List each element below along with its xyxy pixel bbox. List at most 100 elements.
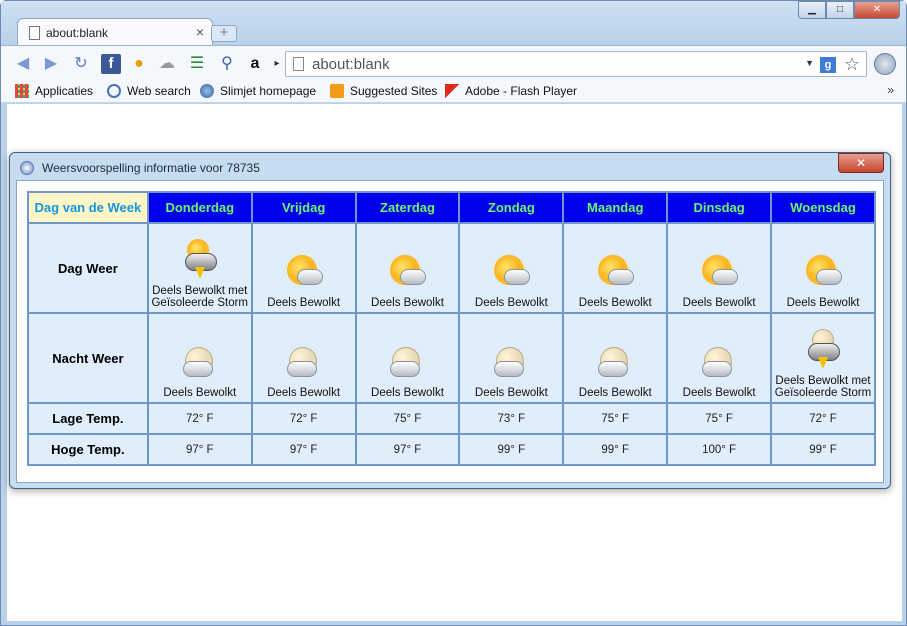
partly-cloudy-moon-icon [490, 341, 532, 383]
suggested-sites-icon [330, 84, 344, 98]
window-controls: ▁ □ ✕ [798, 1, 900, 21]
bookmark-slimjet-homepage[interactable]: Slimjet homepage [200, 84, 316, 98]
condition-text: Deels Bewolkt [578, 297, 652, 309]
low-temp-cell: 72° F [250, 402, 357, 435]
condition-text: Deels Bewolkt [578, 387, 652, 399]
storm-icon [179, 233, 223, 281]
day-header: Vrijdag [250, 191, 357, 224]
partly-cloudy-moon-icon [594, 341, 636, 383]
forecast-table: Dag van de Week Donderdag Vrijdag Zaterd… [27, 191, 876, 466]
table-cell: Deels Bewolkt [250, 312, 357, 404]
low-temp-cell: 75° F [562, 402, 669, 435]
day-header: Zondag [458, 191, 565, 224]
app-icon [20, 161, 34, 175]
dialog-close-button[interactable]: ✕ [838, 153, 884, 173]
partly-cloudy-sun-icon [384, 249, 428, 293]
amazon-icon[interactable]: a [245, 54, 265, 74]
low-temp-cell: 75° F [666, 402, 773, 435]
bookmarks-bar: Applicaties Web search Slimjet homepage … [1, 81, 906, 103]
bookmark-label: Slimjet homepage [220, 84, 317, 98]
bookmark-label: Applicaties [35, 84, 94, 98]
day-header: Donderdag [146, 191, 253, 224]
high-temp-row: Hoge Temp. 97° F 97° F 97° F 99° F 99° F… [27, 433, 876, 466]
high-temp-cell: 99° F [562, 433, 669, 466]
table-cell: Deels Bewolkt [354, 222, 461, 314]
condition-text: Deels Bewolkt met Geïsoleerde Storm [774, 375, 872, 399]
forward-icon[interactable]: ▶ [41, 54, 61, 74]
bookmark-adobe-flash-player[interactable]: Adobe - Flash Player [445, 84, 577, 98]
close-button[interactable]: ✕ [854, 1, 900, 19]
table-cell: Deels Bewolkt [562, 312, 669, 404]
bookmark-star-icon[interactable]: ☆ [844, 54, 860, 75]
globe-icon [200, 84, 214, 98]
condition-text: Deels Bewolkt [682, 297, 756, 309]
condition-text: Deels Bewolkt [163, 387, 237, 399]
page-icon [293, 57, 304, 71]
more-extensions-icon[interactable]: ▸ [267, 54, 287, 74]
bookmark-label: Adobe - Flash Player [465, 84, 578, 98]
translate-icon[interactable]: ☰ [187, 54, 207, 74]
tab-about-blank[interactable]: about:blank × [17, 18, 213, 46]
row-label: Dag Weer [27, 222, 149, 314]
low-temp-row: Lage Temp. 72° F 72° F 75° F 73° F 75° F… [27, 402, 876, 435]
bookmark-label: Web search [127, 84, 191, 98]
reload-icon[interactable]: ↻ [71, 54, 91, 74]
settings-menu-icon[interactable] [874, 53, 896, 75]
partly-cloudy-sun-icon [280, 249, 325, 293]
table-cell: Deels Bewolkt [146, 312, 253, 404]
bookmark-applicaties[interactable]: Applicaties [15, 84, 93, 98]
new-tab-button[interactable]: + [211, 25, 237, 42]
high-temp-cell: 99° F [458, 433, 565, 466]
bookmark-label: Suggested Sites [350, 84, 438, 98]
partly-cloudy-moon-icon [698, 341, 740, 383]
partly-cloudy-moon-icon [386, 341, 428, 383]
facebook-icon[interactable]: f [101, 54, 121, 74]
url-text[interactable]: about:blank [312, 56, 390, 73]
bookmark-suggested-sites[interactable]: Suggested Sites [330, 84, 437, 98]
bookmarks-more-button[interactable]: » [887, 83, 894, 97]
partly-cloudy-sun-icon [488, 249, 532, 293]
table-cell: Deels Bewolkt [666, 222, 773, 314]
high-temp-cell: 99° F [770, 433, 876, 466]
partly-cloudy-moon-icon [283, 341, 325, 383]
day-header: Woensdag [770, 191, 876, 224]
adobe-icon [445, 84, 459, 98]
tab-close-icon[interactable]: × [196, 24, 204, 40]
condition-text: Deels Bewolkt [267, 297, 341, 309]
day-weather-row: Dag Weer Deels Bewolkt met Geïsoleerde S… [27, 222, 876, 314]
bookmark-web-search[interactable]: Web search [107, 84, 191, 98]
row-label: Nacht Weer [27, 312, 149, 404]
table-cell: Deels Bewolkt [250, 222, 357, 314]
google-search-icon[interactable]: g [820, 57, 836, 73]
low-temp-cell: 72° F [146, 402, 253, 435]
high-temp-cell: 100° F [666, 433, 773, 466]
lightbulb-icon[interactable]: ● [129, 54, 149, 74]
row-label: Lage Temp. [27, 402, 149, 435]
back-icon[interactable]: ◀ [13, 54, 33, 74]
condition-text: Deels Bewolkt met Geïsoleerde Storm [151, 285, 248, 309]
table-cell: Deels Bewolkt met Geïsoleerde Storm [770, 312, 876, 404]
table-cell: Deels Bewolkt [770, 222, 876, 314]
condition-text: Deels Bewolkt [474, 387, 548, 399]
dropdown-arrow-icon[interactable]: ▼ [805, 58, 814, 68]
table-cell: Deels Bewolkt [562, 222, 669, 314]
maximize-button[interactable]: □ [826, 1, 854, 19]
condition-text: Deels Bewolkt [371, 387, 444, 399]
storm-icon [802, 329, 844, 371]
page-icon [29, 26, 40, 40]
apps-grid-icon [15, 84, 29, 98]
search-icon [107, 84, 121, 98]
zoom-icon[interactable]: ⚲ [217, 54, 237, 74]
address-bar[interactable]: about:blank ▼ g ☆ [285, 51, 867, 77]
partly-cloudy-moon-icon [179, 341, 221, 383]
day-header: Maandag [562, 191, 669, 224]
weather-extension-icon[interactable]: ☁ [157, 54, 177, 74]
low-temp-cell: 75° F [354, 402, 461, 435]
header-row: Dag van de Week Donderdag Vrijdag Zaterd… [27, 191, 876, 224]
condition-text: Deels Bewolkt [474, 297, 548, 309]
minimize-button[interactable]: ▁ [798, 1, 826, 19]
dialog-title: Weersvoorspelling informatie voor 78735 [42, 161, 260, 175]
table-cell: Deels Bewolkt [458, 312, 565, 404]
table-cell: Deels Bewolkt [354, 312, 461, 404]
title-bar: about:blank × + ▁ □ ✕ [1, 1, 906, 46]
